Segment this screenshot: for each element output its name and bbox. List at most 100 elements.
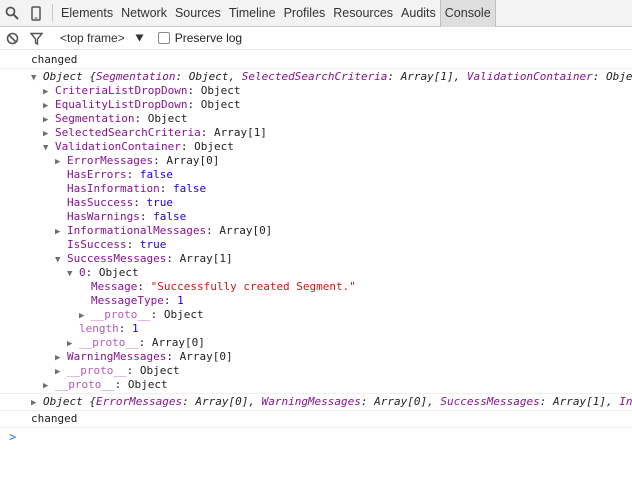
device-mode-icon[interactable]: [24, 0, 48, 27]
summary-key: Inj: [619, 395, 632, 408]
property-key: Segmentation: [55, 112, 135, 125]
console-filter-bar: <top frame> Preserve log: [0, 27, 632, 50]
property-value: true: [139, 238, 167, 251]
collapsed-triangle-icon[interactable]: ▶: [43, 127, 55, 140]
property-key: WarningMessages: [67, 350, 167, 363]
property-key: length: [79, 322, 119, 335]
expanded-triangle-icon[interactable]: ▼: [31, 71, 43, 84]
collapsed-triangle-icon[interactable]: ▶: [43, 113, 55, 126]
object-tree-root[interactable]: ▼ Object {Segmentation: Object, SelectedS…: [0, 70, 632, 84]
property-value: Object: [147, 112, 188, 125]
property-key: 0: [79, 266, 86, 279]
collapsed-triangle-icon[interactable]: ▶: [43, 379, 55, 392]
tab-audits[interactable]: Audits: [397, 0, 440, 27]
summary-value: Array[0]: [195, 395, 249, 408]
tab-network[interactable]: Network: [117, 0, 171, 27]
console-object-message: ▶ Object {ErrorMessages: Array[0], Warnin…: [0, 394, 632, 411]
tree-node[interactable]: ▶ __proto__: Array[0]: [0, 336, 632, 350]
collapsed-triangle-icon[interactable]: ▶: [43, 99, 55, 112]
property-key: EqualityListDropDown: [55, 98, 188, 111]
property-key: HasErrors: [67, 168, 127, 181]
tree-leaf: MessageType: 1: [91, 294, 184, 307]
console-message: changed: [0, 411, 632, 428]
tree-node[interactable]: ▼ ValidationContainer: Object: [0, 140, 632, 154]
log-text-value: changed: [31, 53, 78, 66]
property-value: Array[1]: [179, 252, 233, 265]
property-key: __proto__: [67, 364, 127, 377]
tree-node[interactable]: ▶ __proto__: Object: [0, 308, 632, 322]
frame-selector[interactable]: <top frame>: [60, 31, 144, 45]
property-value: 1: [177, 294, 184, 307]
property-key: HasInformation: [67, 182, 160, 195]
summary-key: WarningMessages: [261, 395, 361, 408]
filter-icon[interactable]: [24, 27, 48, 50]
tree-node[interactable]: ▶ CriteriaListDropDown: Object: [0, 84, 632, 98]
summary-key: SuccessMessages: [440, 395, 540, 408]
summary-key: ErrorMessages: [96, 395, 183, 408]
summary-key: ValidationContainer: [466, 70, 593, 83]
property-key: SuccessMessages: [67, 252, 167, 265]
property-value: "Successfully created Segment.": [150, 280, 356, 293]
collapsed-triangle-icon[interactable]: ▶: [79, 309, 91, 322]
tab-console[interactable]: Console: [439, 0, 496, 27]
expanded-triangle-icon[interactable]: ▼: [67, 267, 79, 280]
tree-node[interactable]: ▶ Segmentation: Object: [0, 112, 632, 126]
tab-sources[interactable]: Sources: [171, 0, 225, 27]
property-value: Object: [194, 140, 234, 153]
property-value: Array[0]: [179, 350, 233, 363]
collapsed-triangle-icon[interactable]: ▶: [43, 85, 55, 98]
clear-console-icon[interactable]: [0, 27, 24, 50]
tab-elements[interactable]: Elements: [57, 0, 117, 27]
expanded-triangle-icon[interactable]: ▼: [55, 253, 67, 266]
property-key: InformationalMessages: [67, 224, 207, 237]
tree-node[interactable]: ▶ __proto__: Object: [0, 364, 632, 378]
tree-node[interactable]: ▼ 0: Object: [0, 266, 632, 280]
property-key: HasWarnings: [67, 210, 140, 223]
object-label: Object: [43, 70, 83, 83]
console-prompt[interactable]: >: [0, 428, 632, 446]
preserve-log-label: Preserve log: [174, 31, 243, 45]
property-value: false: [172, 182, 207, 195]
property-key: SelectedSearchCriteria: [55, 126, 201, 139]
summary-value: Object: [188, 70, 229, 83]
console-object-message: ▼ Object {Segmentation: Object, SelectedS…: [0, 69, 632, 394]
property-key: MessageType: [91, 294, 164, 307]
property-value: Array[0]: [166, 154, 220, 167]
collapsed-triangle-icon[interactable]: ▶: [67, 337, 79, 350]
collapsed-triangle-icon[interactable]: ▶: [55, 351, 67, 364]
tab-timeline[interactable]: Timeline: [225, 0, 280, 27]
preserve-log-checkbox[interactable]: [157, 32, 170, 44]
collapsed-triangle-icon[interactable]: ▶: [55, 225, 67, 238]
tree-node[interactable]: ▶ ErrorMessages: Array[0]: [0, 154, 632, 168]
prompt-caret-icon: >: [9, 430, 17, 444]
tab-profiles[interactable]: Profiles: [280, 0, 330, 27]
property-value: Object: [127, 378, 168, 391]
collapsed-triangle-icon[interactable]: ▶: [55, 365, 67, 378]
tree-node[interactable]: ▶ WarningMessages: Array[0]: [0, 350, 632, 364]
tab-resources[interactable]: Resources: [329, 0, 397, 27]
tree-leaf: HasWarnings: false: [67, 210, 187, 223]
tree-node[interactable]: ▶ InformationalMessages: Array[0]: [0, 224, 632, 238]
property-value: true: [146, 196, 173, 209]
collapsed-triangle-icon[interactable]: ▶: [55, 155, 67, 168]
tree-node[interactable]: ▶ __proto__: Object: [0, 378, 632, 392]
property-value: Object: [139, 364, 180, 377]
property-key: __proto__: [55, 378, 115, 391]
search-icon[interactable]: [0, 0, 24, 27]
expanded-triangle-icon[interactable]: ▼: [43, 141, 55, 154]
frame-selector-value: <top frame>: [60, 31, 125, 45]
collapsed-triangle-icon[interactable]: ▶: [31, 396, 43, 409]
summary-value: Array[1]: [553, 395, 606, 408]
devtools-toolbar: Elements Network Sources Timeline Profil…: [0, 0, 632, 27]
object-tree-root[interactable]: ▶ Object {ErrorMessages: Array[0], Warnin…: [0, 395, 632, 409]
log-text: changed: [0, 53, 632, 67]
tree-node[interactable]: ▶ SelectedSearchCriteria: Array[1]: [0, 126, 632, 140]
tree-leaf: IsSuccess: true: [67, 238, 167, 251]
summary-value: Objec: [606, 70, 632, 83]
tree-node[interactable]: ▼ SuccessMessages: Array[1]: [0, 252, 632, 266]
property-value: Object: [163, 308, 204, 321]
tree-node[interactable]: ▶ EqualityListDropDown: Object: [0, 98, 632, 112]
property-value: Object: [200, 84, 241, 97]
dropdown-arrow-icon: [135, 34, 144, 42]
property-key: ValidationContainer: [55, 140, 181, 153]
